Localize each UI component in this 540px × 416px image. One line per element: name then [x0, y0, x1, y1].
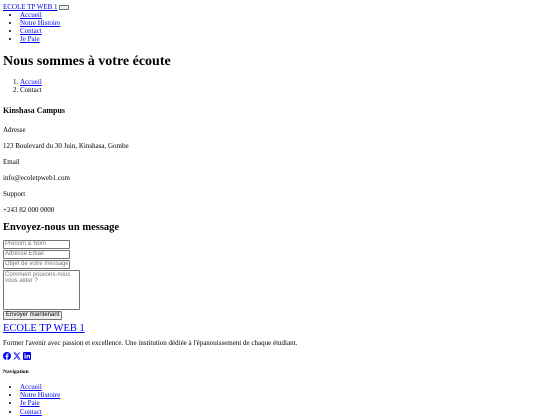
campus-title: Kinshasa Campus	[3, 106, 66, 116]
navbar-item: Je Paie	[20, 35, 537, 43]
email-input[interactable]	[3, 249, 70, 259]
breadcrumb-current: Contact	[20, 86, 537, 94]
contact-form: Envoyer maintenant	[3, 239, 537, 320]
email-label: Email	[3, 157, 20, 166]
footer-nav-item: Contact	[20, 408, 537, 416]
page-title: Nous sommes à votre écoute	[3, 54, 171, 70]
social-links	[3, 352, 537, 361]
campus-info: Kinshasa Campus Adresse 123 Boulevard du…	[3, 106, 537, 213]
contact-form-section: Envoyez-nous un message Envoyer maintena…	[3, 222, 537, 320]
breadcrumb-home-link[interactable]: Accueil	[20, 78, 42, 86]
navbar-menu: Accueil Notre Histoire Contact Je Paie	[3, 11, 537, 43]
linkedin-icon[interactable]	[23, 352, 31, 361]
footer: ECOLE TP WEB 1 Former l'avenir avec pass…	[3, 323, 537, 416]
page: ECOLE TP WEB 1 Accueil Notre Histoire Co…	[0, 0, 540, 416]
navbar-item: Accueil	[20, 11, 537, 19]
nav-link-notre-histoire[interactable]: Notre Histoire	[20, 19, 60, 27]
footer-link-accueil[interactable]: Accueil	[20, 383, 42, 391]
footer-link-notre-histoire[interactable]: Notre Histoire	[20, 391, 60, 399]
footer-link-je-paie[interactable]: Je Paie	[20, 399, 40, 407]
nav-link-contact[interactable]: Contact	[20, 27, 42, 35]
breadcrumb: Accueil Contact	[3, 78, 537, 94]
navbar-item: Notre Histoire	[20, 19, 537, 27]
footer-brand-link[interactable]: ECOLE TP WEB 1	[3, 323, 85, 335]
form-title: Envoyez-nous un message	[3, 221, 120, 233]
footer-nav-title: Navigation	[3, 369, 29, 376]
breadcrumb-item: Accueil	[20, 78, 537, 86]
footer-nav-list: Accueil Notre Histoire Je Paie Contact	[3, 383, 537, 415]
footer-nav-item: Accueil	[20, 383, 537, 391]
navbar-toggler-button[interactable]	[58, 4, 69, 10]
x-icon[interactable]	[13, 352, 21, 360]
facebook-icon[interactable]	[3, 352, 11, 361]
nav-link-accueil[interactable]: Accueil	[20, 11, 42, 19]
footer-nav-item: Notre Histoire	[20, 391, 537, 399]
submit-button[interactable]: Envoyer maintenant	[3, 310, 63, 320]
footer-nav-item: Je Paie	[20, 399, 537, 407]
navbar-item: Contact	[20, 27, 537, 35]
top-navbar: ECOLE TP WEB 1 Accueil Notre Histoire Co…	[3, 3, 537, 43]
footer-link-contact[interactable]: Contact	[20, 408, 42, 416]
navbar-brand-link[interactable]: ECOLE TP WEB 1	[3, 3, 58, 11]
name-input[interactable]	[3, 239, 70, 249]
footer-description: Former l'avenir avec passion et excellen…	[3, 339, 298, 348]
subject-input[interactable]	[3, 259, 70, 269]
message-textarea[interactable]	[3, 269, 80, 310]
nav-link-je-paie[interactable]: Je Paie	[20, 35, 40, 43]
address-label: Adresse	[3, 125, 26, 134]
support-label: Support	[3, 189, 26, 198]
address-value: 123 Boulevard du 30 Juin, Kinshasa, Gomb…	[3, 141, 129, 150]
email-value: info@ecoletpweb1.com	[3, 173, 70, 182]
support-value: +243 82 000 0000	[3, 205, 55, 214]
